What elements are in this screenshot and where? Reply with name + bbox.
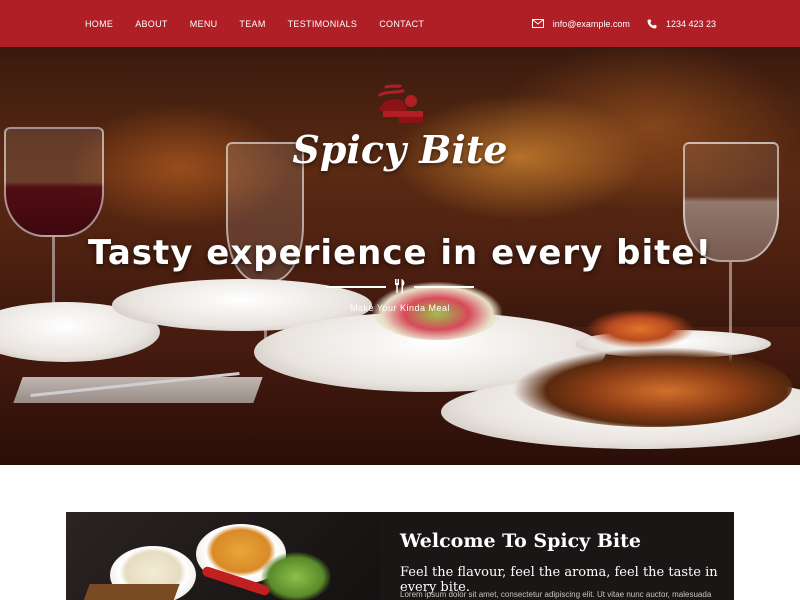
hero-divider [326, 279, 474, 293]
greens [261, 552, 331, 600]
divider-line-left [326, 286, 386, 288]
brand-name: Spicy Bite [292, 127, 508, 172]
main-nav: HOME ABOUT MENU TEAM TESTIMONIALS CONTAC… [85, 0, 446, 47]
contact-info: info@example.com 1234 423 23 [531, 0, 716, 47]
hero-banner: Spicy Bite Tasty experience in every bit… [0, 47, 800, 465]
nav-team[interactable]: TEAM [239, 19, 265, 29]
fork-knife-icon [395, 279, 405, 293]
email-text: info@example.com [552, 18, 630, 29]
hero-subtag: Make Your Kinda Meal [349, 303, 451, 313]
phone-text: 1234 423 23 [665, 18, 716, 29]
welcome-body: Lorem ipsum dolor sit amet, consectetur … [400, 590, 712, 599]
side-food [585, 309, 695, 349]
top-navbar: HOME ABOUT MENU TEAM TESTIMONIALS CONTAC… [0, 0, 800, 47]
nav-testimonials[interactable]: TESTIMONIALS [288, 19, 358, 29]
chef-cloche-icon [378, 84, 423, 123]
nav-home[interactable]: HOME [85, 19, 113, 29]
nav-about[interactable]: ABOUT [135, 19, 168, 29]
main-dish-food [512, 347, 792, 427]
welcome-title: Welcome To Spicy Bite [400, 530, 641, 552]
wooden-board [82, 584, 180, 600]
hero-tagline: Tasty experience in every bite! [88, 233, 712, 273]
nav-contact[interactable]: CONTACT [379, 19, 424, 29]
envelope-icon [531, 19, 544, 28]
welcome-food-image [66, 512, 380, 600]
email-item[interactable]: info@example.com [531, 18, 630, 29]
welcome-section: Welcome To Spicy Bite Feel the flavour, … [66, 512, 734, 600]
nav-menu[interactable]: MENU [190, 19, 218, 29]
napkin [13, 377, 263, 403]
phone-icon [647, 19, 657, 28]
divider-line-right [414, 286, 474, 288]
phone-item[interactable]: 1234 423 23 [647, 19, 716, 29]
